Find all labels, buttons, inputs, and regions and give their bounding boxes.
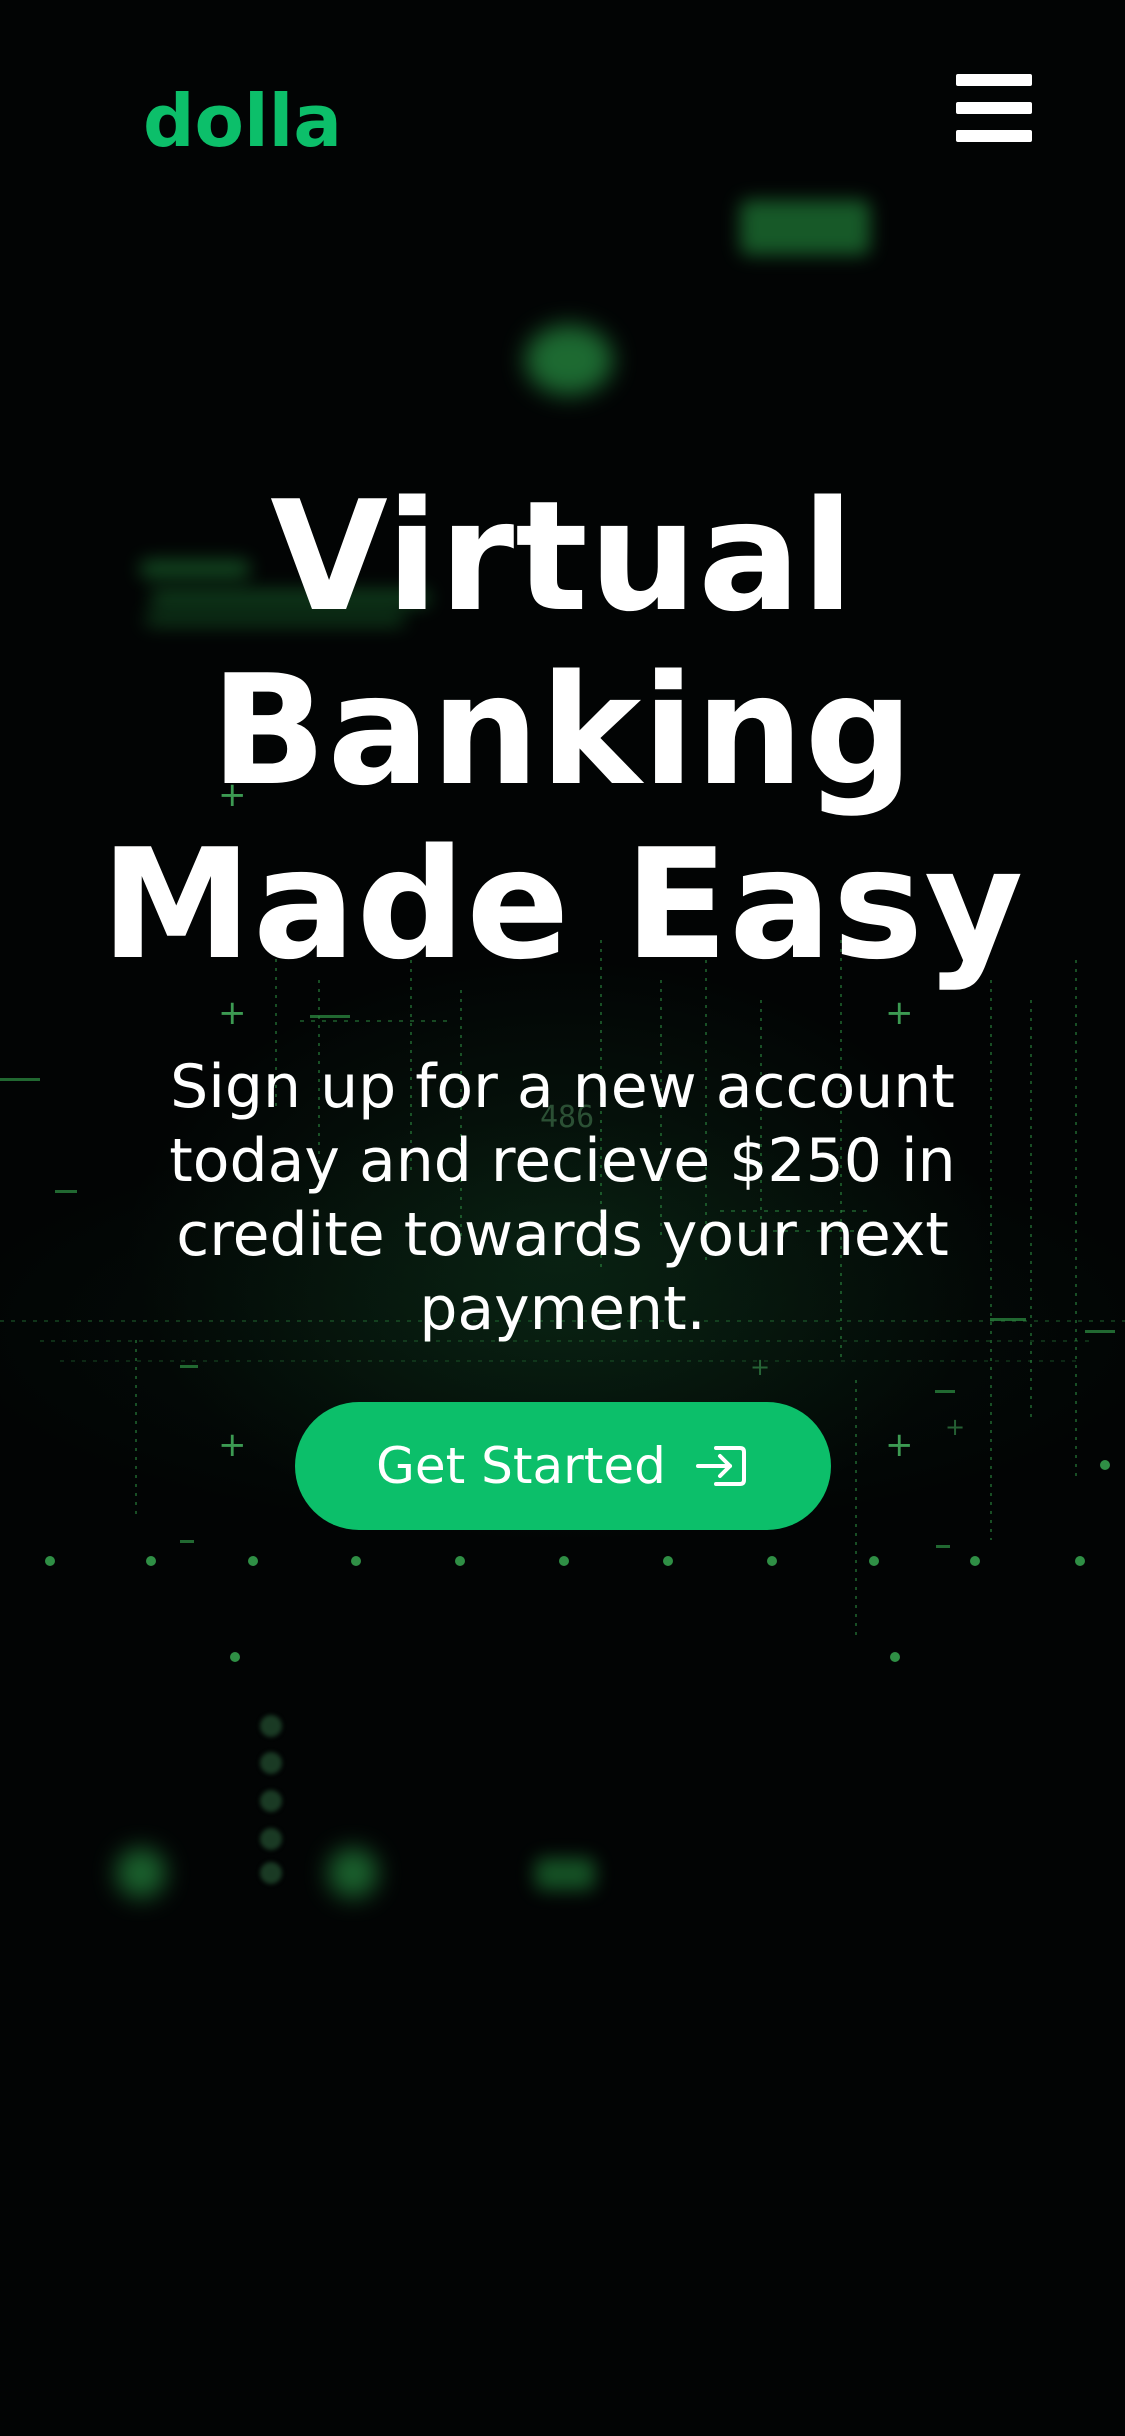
data-dot xyxy=(45,1556,55,1566)
dim-ring xyxy=(260,1862,282,1884)
data-dash xyxy=(935,1390,955,1393)
dim-ring xyxy=(260,1790,282,1812)
plus-mark: + xyxy=(750,1353,771,1381)
data-stream xyxy=(1075,960,1077,1480)
dim-ring xyxy=(260,1752,282,1774)
data-stream xyxy=(135,1340,137,1520)
data-dash xyxy=(0,1078,40,1081)
data-stream xyxy=(855,1380,857,1640)
plus-mark: + xyxy=(885,993,914,1033)
hero-title-line: Virtual xyxy=(270,468,855,645)
data-dash xyxy=(180,1540,194,1543)
blurred-bar xyxy=(535,1858,595,1890)
data-dot xyxy=(890,1652,900,1662)
data-stream xyxy=(60,1360,1080,1362)
data-stream xyxy=(1030,1000,1032,1420)
logo[interactable]: dolla xyxy=(143,76,342,166)
hero-subtitle: Sign up for a new account today and reci… xyxy=(169,1052,956,1344)
data-dash xyxy=(990,1318,1026,1321)
dim-ring xyxy=(260,1715,282,1737)
data-dash xyxy=(180,1365,198,1368)
blurred-blob xyxy=(525,325,613,395)
data-dot xyxy=(869,1556,879,1566)
sign-in-arrow-icon xyxy=(695,1446,746,1486)
plus-mark: + xyxy=(218,993,247,1033)
plus-mark: + xyxy=(885,1425,914,1465)
data-dot xyxy=(559,1556,569,1566)
page: + + + + + + + + 486 xyxy=(0,0,1125,2436)
plus-mark: + xyxy=(945,1413,966,1441)
plus-mark: + xyxy=(218,1425,247,1465)
data-dot xyxy=(1075,1556,1085,1566)
data-dot xyxy=(248,1556,258,1566)
hamburger-menu-button[interactable] xyxy=(950,68,1034,148)
data-dot xyxy=(663,1556,673,1566)
get-started-button[interactable]: Get Started xyxy=(295,1402,831,1530)
data-dot xyxy=(1100,1460,1110,1470)
get-started-label: Get Started xyxy=(376,1437,666,1495)
data-dot xyxy=(767,1556,777,1566)
data-dot xyxy=(455,1556,465,1566)
data-dot xyxy=(230,1652,240,1662)
data-dot xyxy=(970,1556,980,1566)
data-dash xyxy=(310,1015,350,1018)
data-stream xyxy=(990,980,992,1540)
hero-title-line: Banking xyxy=(210,642,915,819)
blurred-blob xyxy=(116,1848,166,1898)
data-dot xyxy=(146,1556,156,1566)
data-dash xyxy=(55,1190,77,1193)
header: dolla xyxy=(0,0,1125,240)
data-stream xyxy=(300,1020,450,1022)
data-dash xyxy=(1085,1330,1115,1333)
blurred-blob xyxy=(328,1848,378,1898)
data-dot xyxy=(351,1556,361,1566)
dim-ring xyxy=(260,1828,282,1850)
hero-title-line: Made Easy xyxy=(100,816,1025,993)
hero-title: Virtual Banking Made Easy xyxy=(0,470,1125,992)
data-dash xyxy=(936,1545,950,1548)
